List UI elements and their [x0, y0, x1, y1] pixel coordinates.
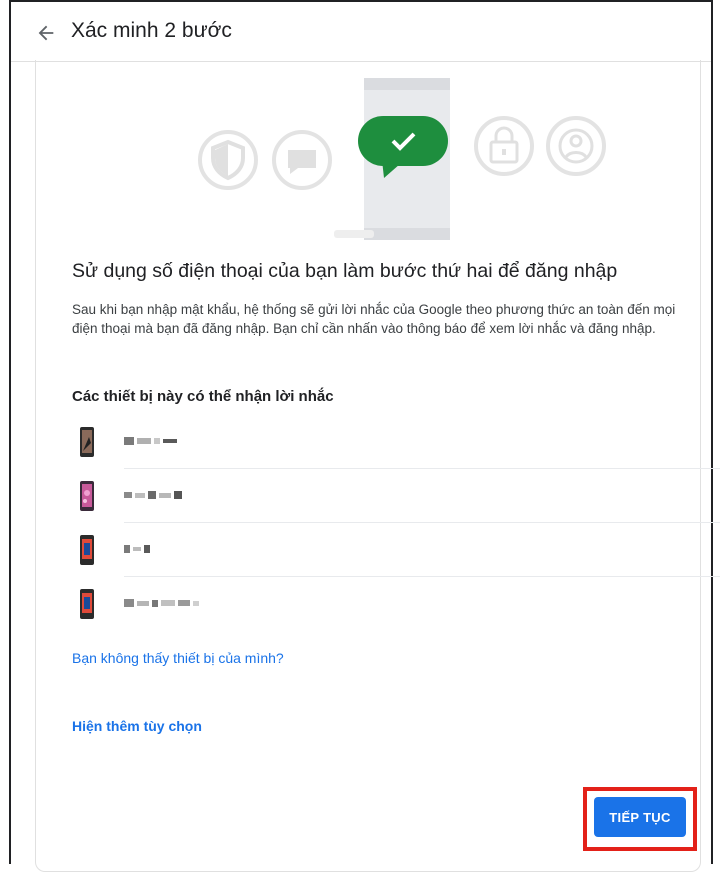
page-title: Xác minh 2 bước	[71, 19, 232, 42]
chat-bubble-icon	[272, 130, 332, 190]
device-row	[72, 523, 720, 577]
lock-icon	[474, 116, 534, 176]
shield-icon	[198, 130, 258, 190]
devices-heading: Các thiết bị này có thể nhận lời nhắc	[72, 388, 334, 405]
phone-icon	[80, 535, 94, 565]
person-circle-icon	[546, 116, 606, 176]
device-name-redacted	[124, 437, 177, 445]
more-options-link[interactable]: Hiện thêm tùy chọn	[72, 718, 202, 734]
device-name-redacted	[124, 599, 199, 607]
device-name-redacted	[124, 545, 150, 553]
headline: Sử dụng số điện thoại của bạn làm bước t…	[72, 260, 618, 282]
arrow-left-icon[interactable]	[35, 22, 57, 44]
description: Sau khi bạn nhập mật khẩu, hệ thống sẽ g…	[72, 302, 676, 336]
missing-device-link[interactable]: Bạn không thấy thiết bị của mình?	[72, 650, 284, 666]
window-frame: Xác minh 2 bước Sử dụng số điện thoại củ…	[9, 0, 720, 872]
device-list	[72, 415, 720, 631]
phone-prompt-illustration	[198, 78, 606, 240]
app-header: Xác minh 2 bước	[11, 2, 711, 62]
phone-icon	[80, 481, 94, 511]
continue-button[interactable]: TIẾP TỤC	[594, 797, 686, 837]
device-row	[72, 415, 720, 469]
device-row	[72, 577, 692, 631]
phone-icon	[80, 589, 94, 619]
device-name-redacted	[124, 491, 182, 499]
device-row	[72, 469, 720, 523]
phone-icon	[80, 427, 94, 457]
content-card: Sử dụng số điện thoại của bạn làm bước t…	[35, 60, 720, 872]
